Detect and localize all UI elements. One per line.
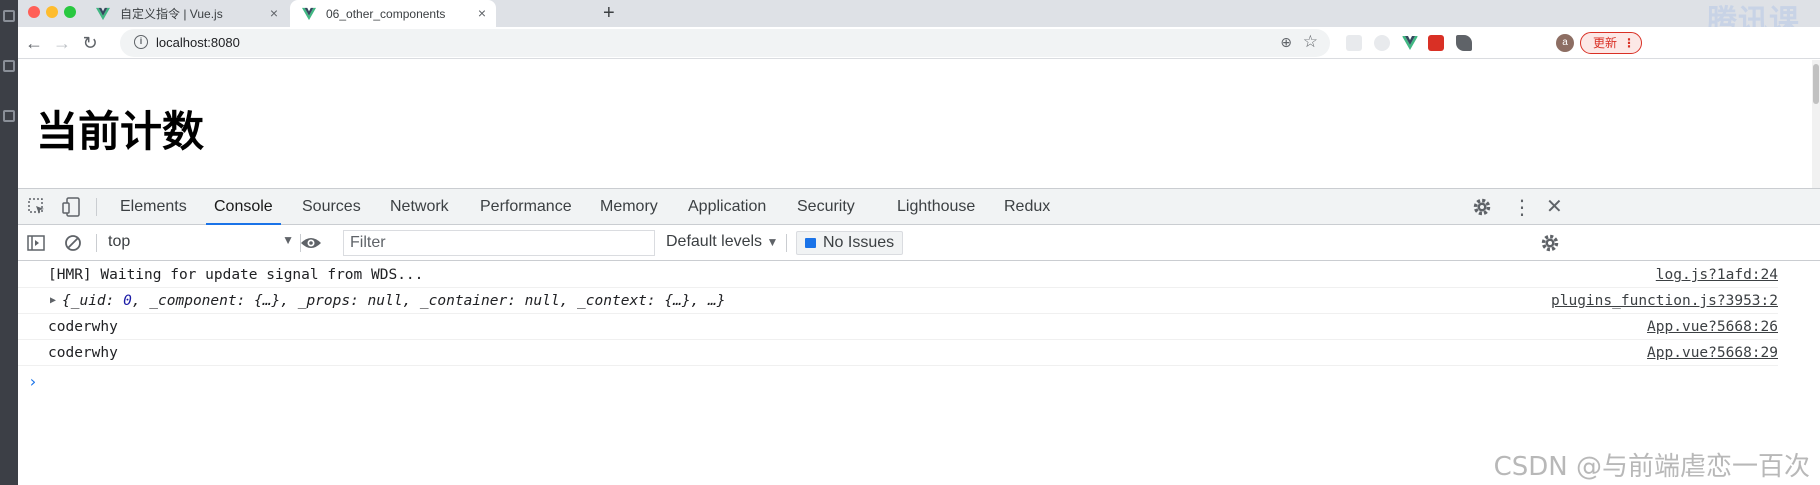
console-row: [HMR] Waiting for update signal from WDS… [18,262,1778,288]
devtools-panel: Elements Console Sources Network Perform… [18,188,1820,485]
page-heading: 当前计数 [36,107,205,156]
address-bar[interactable]: i localhost:8080 ⊕ ☆ [120,29,1330,57]
browser-tab-active[interactable]: 06_other_components × [290,0,496,27]
back-button[interactable]: ← [22,31,46,55]
browser-tab-vue-docs[interactable]: 自定义指令 | Vue.js × [84,0,288,27]
os-dock-strip [0,0,18,485]
tab-application[interactable]: Application [688,189,766,225]
tab-console[interactable]: Console [206,189,281,225]
tab-performance[interactable]: Performance [480,189,572,225]
close-devtools-icon[interactable]: ✕ [1546,194,1563,219]
close-tab-icon[interactable]: × [270,5,278,21]
console-row[interactable]: ▶ {_uid: 0, _component: {…}, _props: nul… [18,288,1778,314]
forward-button[interactable]: → [50,31,74,55]
object-text: , _component: {…}, _props: null, _contai… [131,293,726,309]
csdn-watermark: CSDN @与前端虐恋一百次 [1493,452,1810,482]
update-label: 更新 [1593,36,1618,50]
console-row: coderwhy App.vue?5668:26 [18,314,1778,340]
context-value: top [108,233,131,250]
extension-icon[interactable] [1346,35,1362,51]
page-viewport: 当前计数 [18,60,1820,188]
tab-sources[interactable]: Sources [302,189,361,225]
files-icon [3,10,15,22]
maximize-window-button[interactable] [64,6,76,18]
tab-elements[interactable]: Elements [120,189,187,225]
page-scrollbar[interactable] [1812,60,1820,188]
vue-devtools-extension-icon[interactable] [1402,35,1418,51]
inspect-element-icon[interactable] [28,198,46,216]
update-button[interactable]: 更新 ⋮ [1580,32,1642,54]
new-tab-button[interactable]: + [603,2,615,24]
console-toolbar: top ▼ Filter Default levels ▼ No Issues [18,225,1820,261]
source-link[interactable]: App.vue?5668:26 [1647,319,1778,335]
tab-memory[interactable]: Memory [600,189,658,225]
device-toolbar-icon[interactable] [62,197,80,217]
close-window-button[interactable] [28,6,40,18]
minimize-window-button[interactable] [46,6,58,18]
profile-avatar[interactable]: a [1556,34,1574,52]
browser-toolbar: ← → ↻ i localhost:8080 ⊕ ☆ a 更新 ⋮ [18,27,1820,59]
separator [96,198,97,216]
tab-redux[interactable]: Redux [1004,189,1050,225]
live-expression-eye-icon[interactable] [300,235,322,251]
site-info-icon[interactable]: i [134,35,148,49]
bookmark-star-icon[interactable]: ☆ [1303,32,1318,52]
separator [96,234,97,252]
browser-tab-strip: 自定义指令 | Vue.js × 06_other_components × +… [18,0,1820,38]
console-output: [HMR] Waiting for update signal from WDS… [18,262,1820,485]
extension-icon[interactable] [1374,35,1390,51]
source-link[interactable]: plugins_function.js?3953:2 [1551,293,1778,309]
more-options-icon[interactable]: ⋮ [1512,195,1532,220]
vue-logo-icon [96,7,110,20]
vue-logo-icon [302,7,316,20]
reload-button[interactable]: ↻ [78,31,102,55]
context-select[interactable]: top ▼ [108,233,294,253]
log-levels-label: Default levels [666,233,763,250]
clear-console-icon[interactable] [64,234,82,252]
issues-button[interactable]: No Issues [796,231,904,255]
object-text: {_uid: [62,293,124,309]
settings-gear-icon[interactable] [1472,197,1492,217]
search-icon [3,60,15,72]
issues-label: No Issues [823,234,895,251]
tab-title: 06_other_components [326,6,446,21]
filter-placeholder: Filter [350,234,386,251]
extension-icon[interactable] [1428,35,1444,51]
chevron-down-icon: ▼ [766,235,779,249]
issues-flag-icon [805,238,816,248]
console-object[interactable]: {_uid: 0, _component: {…}, _props: null,… [62,293,725,309]
console-settings-gear-icon[interactable] [1540,233,1560,253]
more-menu-icon: ⋮ [1623,36,1635,50]
tab-lighthouse[interactable]: Lighthouse [897,189,975,225]
tab-security[interactable]: Security [797,189,855,225]
separator [786,234,787,252]
console-row: coderwhy App.vue?5668:29 [18,340,1778,366]
toggle-sidebar-icon[interactable] [27,234,45,252]
console-message: coderwhy [48,345,118,361]
zoom-icon[interactable]: ⊕ [1280,34,1292,51]
source-link[interactable]: log.js?1afd:24 [1656,267,1778,283]
source-link[interactable]: App.vue?5668:29 [1647,345,1778,361]
chevron-down-icon: ▼ [282,233,294,247]
extensions-puzzle-icon[interactable] [1456,35,1472,51]
close-tab-icon[interactable]: × [478,5,486,21]
console-prompt[interactable]: › [28,372,38,391]
expand-triangle-icon[interactable]: ▶ [50,295,56,306]
tab-network[interactable]: Network [390,189,449,225]
tab-title: 自定义指令 | Vue.js [120,7,223,21]
filter-input[interactable]: Filter [343,230,655,256]
scrollbar-thumb[interactable] [1813,64,1819,104]
devtools-tab-bar: Elements Console Sources Network Perform… [18,189,1820,225]
console-message: coderwhy [48,319,118,335]
source-control-icon [3,110,15,122]
address-url: localhost:8080 [156,35,240,50]
console-message: [HMR] Waiting for update signal from WDS… [48,267,424,283]
object-number: 0 [123,293,132,309]
log-levels-dropdown[interactable]: Default levels ▼ [666,233,778,251]
